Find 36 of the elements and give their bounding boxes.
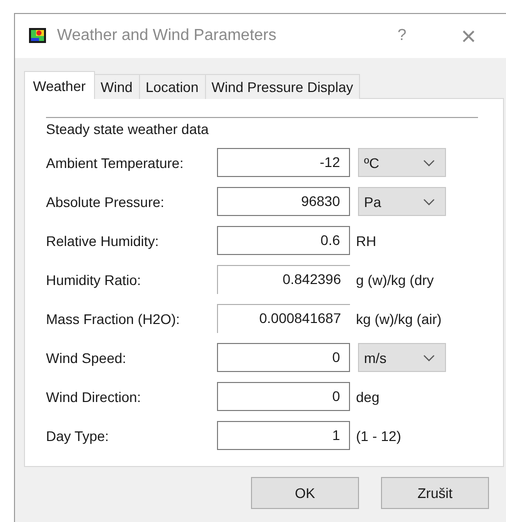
tab[interactable]: Weather: [24, 71, 95, 99]
field-label: Ambient Temperature:: [46, 154, 184, 170]
unit-label: kg (w)/kg (air): [356, 310, 442, 326]
dialog-button[interactable]: Zrušit: [381, 477, 489, 509]
field-label: Wind Speed:: [46, 350, 128, 366]
input-field[interactable]: 1: [217, 421, 350, 450]
input-field[interactable]: 0.6: [217, 226, 350, 255]
field-label: Wind Direction:: [46, 388, 142, 404]
field-label: Mass Fraction (H2O):: [46, 310, 181, 326]
field-label: Humidity Ratio:: [46, 272, 142, 288]
unit-label: g (w)/kg (dry: [356, 272, 434, 288]
app-icon: [28, 26, 48, 46]
input-field[interactable]: -12: [217, 148, 350, 177]
dialog-button[interactable]: OK: [251, 477, 359, 509]
input-field[interactable]: 0: [217, 343, 350, 372]
input-field[interactable]: 0.000841687: [217, 304, 350, 333]
field-label: Day Type:: [46, 428, 110, 444]
chevron-down-icon: [423, 354, 435, 362]
input-field[interactable]: 96830: [217, 187, 350, 216]
field-label: Absolute Pressure:: [46, 194, 166, 210]
chevron-down-icon: [423, 158, 435, 166]
unit-dropdown[interactable]: m/s: [358, 343, 446, 372]
unit-label: RH: [356, 232, 376, 248]
tab[interactable]: Location: [138, 74, 206, 99]
unit-dropdown[interactable]: Pa: [358, 187, 446, 216]
unit-label: (1 - 12): [356, 428, 402, 444]
tab[interactable]: Wind: [94, 74, 140, 99]
unit-label: deg: [356, 388, 380, 404]
field-label: Relative Humidity:: [46, 232, 160, 248]
chevron-down-icon: [423, 198, 435, 206]
unit-dropdown[interactable]: ºC: [358, 148, 446, 177]
input-field[interactable]: 0.842396: [217, 265, 350, 294]
group-title: Steady state weather data: [46, 121, 210, 137]
tab[interactable]: Wind Pressure Display: [204, 74, 360, 99]
window-title: Weather and Wind Parameters: [57, 27, 278, 45]
input-field[interactable]: 0: [217, 382, 350, 411]
